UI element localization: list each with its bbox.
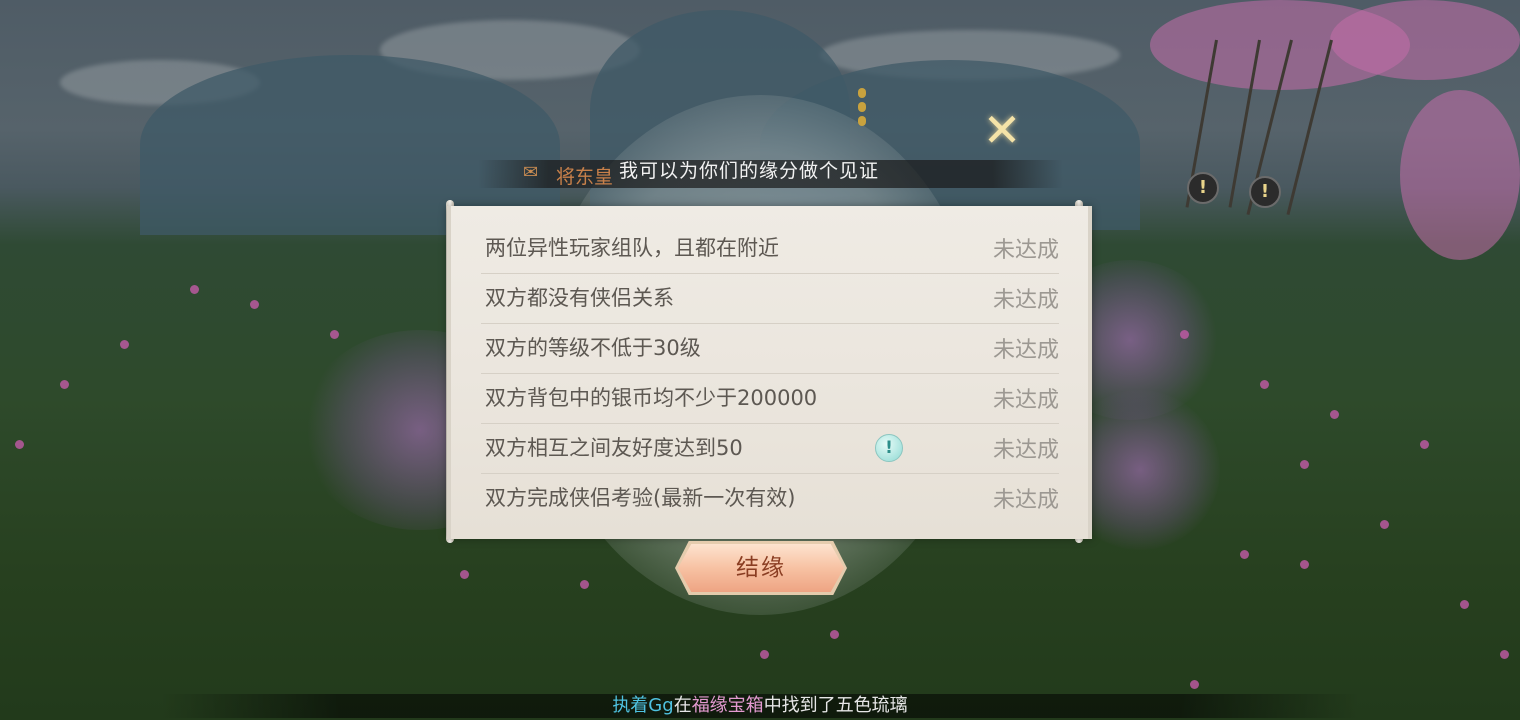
bond-button[interactable]: 结缘 xyxy=(678,544,844,592)
condition-text: 双方都没有侠侣关系 xyxy=(485,286,674,310)
broadcast-text: 中找到了 xyxy=(763,695,836,716)
condition-text: 双方相互之间友好度达到50 xyxy=(485,436,743,460)
game-scene: ! ! ✉ 将东皇 我可以为你们的缘分做个见证 ✕ 两位异性玩家组队，且都在附近… xyxy=(0,0,1520,720)
condition-status: 未达成 xyxy=(992,488,1059,513)
flower xyxy=(120,340,129,349)
flower xyxy=(60,380,69,389)
condition-text: 双方完成侠侣考验(最新一次有效) xyxy=(485,486,796,510)
condition-status: 未达成 xyxy=(992,238,1059,263)
condition-text: 双方背包中的银币均不少于200000 xyxy=(485,386,818,410)
condition-row: 两位异性玩家组队，且都在附近 未达成 xyxy=(481,224,1059,274)
flower xyxy=(1180,330,1189,339)
flower xyxy=(330,330,339,339)
info-icon[interactable]: ! xyxy=(875,434,903,462)
condition-status: 未达成 xyxy=(992,288,1059,313)
condition-row: 双方背包中的银币均不少于200000 未达成 xyxy=(481,374,1059,424)
condition-status: 未达成 xyxy=(992,438,1059,463)
flower xyxy=(830,630,839,639)
flower xyxy=(1190,680,1199,689)
flower xyxy=(1460,600,1469,609)
flower xyxy=(1420,440,1429,449)
condition-text: 两位异性玩家组队，且都在附近 xyxy=(485,236,779,260)
flower xyxy=(1260,380,1269,389)
flower xyxy=(1300,460,1309,469)
condition-status: 未达成 xyxy=(992,338,1059,363)
conditions-panel: 两位异性玩家组队，且都在附近 未达成 双方都没有侠侣关系 未达成 双方的等级不低… xyxy=(447,206,1092,539)
broadcast-message: 执着Gg在福缘宝箱中找到了五色琉璃 xyxy=(160,694,1360,718)
flower xyxy=(1380,520,1389,529)
broadcast-player: 执着Gg xyxy=(612,695,674,716)
broadcast-text: 在 xyxy=(673,695,692,716)
condition-row: 双方相互之间友好度达到50 ! 未达成 xyxy=(481,424,1059,474)
flower xyxy=(1300,560,1309,569)
flower xyxy=(250,300,259,309)
conditions-list: 两位异性玩家组队，且都在附近 未达成 双方都没有侠侣关系 未达成 双方的等级不低… xyxy=(481,224,1059,523)
broadcast-item: 五色琉璃 xyxy=(835,695,908,716)
quest-marker-icon[interactable]: ! xyxy=(1249,176,1281,208)
condition-status: 未达成 xyxy=(992,388,1059,413)
condition-row: 双方完成侠侣考验(最新一次有效) 未达成 xyxy=(481,474,1059,523)
scroll-icon: ✉ xyxy=(523,162,539,183)
flower xyxy=(460,570,469,579)
flower xyxy=(1500,650,1509,659)
flower xyxy=(580,580,589,589)
condition-text: 双方的等级不低于30级 xyxy=(485,336,701,360)
flower xyxy=(15,440,24,449)
flower xyxy=(1330,410,1339,419)
condition-row: 双方的等级不低于30级 未达成 xyxy=(481,324,1059,374)
blossom-foliage xyxy=(1330,0,1520,80)
npc-name: 将东皇 xyxy=(556,166,614,188)
flower xyxy=(760,650,769,659)
blossom-foliage xyxy=(1400,90,1520,260)
npc-dialogue: 我可以为你们的缘分做个见证 xyxy=(619,160,880,182)
flower xyxy=(190,285,199,294)
close-icon[interactable]: ✕ xyxy=(980,107,1024,153)
condition-row: 双方都没有侠侣关系 未达成 xyxy=(481,274,1059,324)
broadcast-location: 福缘宝箱 xyxy=(691,695,764,716)
quest-marker-icon[interactable]: ! xyxy=(1187,172,1219,204)
decorative-beads xyxy=(858,88,868,130)
flower xyxy=(1240,550,1249,559)
